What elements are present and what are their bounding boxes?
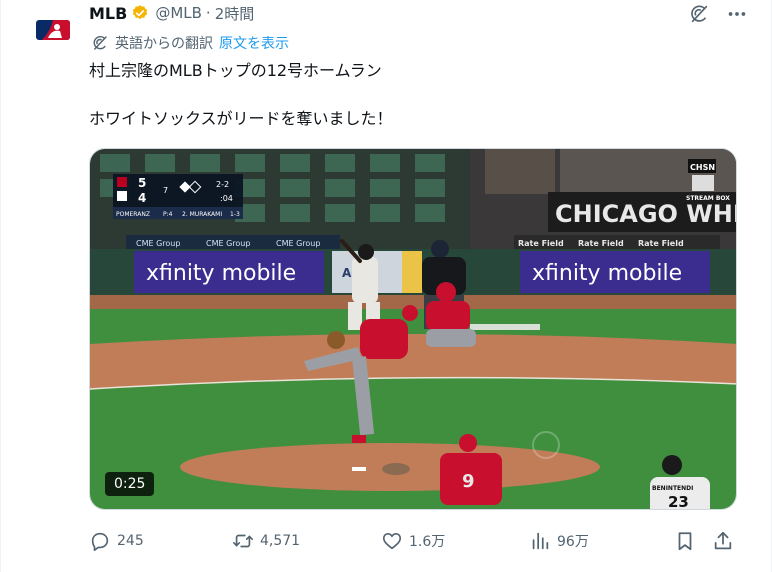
- views-button[interactable]: 96万: [529, 530, 589, 552]
- author-handle[interactable]: @MLB: [155, 4, 202, 22]
- post-time[interactable]: 2時間: [215, 3, 255, 24]
- reply-button[interactable]: 245: [89, 530, 144, 552]
- translation-row: 英語からの翻訳 原文を表示: [91, 33, 289, 53]
- reply-count: 245: [117, 533, 144, 549]
- author-name[interactable]: MLB: [89, 4, 127, 23]
- batter-name: 2. MURAKAMI: [182, 211, 222, 218]
- video-frame: CHICAGO WHITE CHSN STREAM BOX 5 4 7 2-2 …: [90, 149, 737, 510]
- show-original-link[interactable]: 原文を表示: [219, 33, 289, 53]
- rate-field-ad: Rate Field: [578, 239, 624, 248]
- repost-icon: [232, 530, 254, 552]
- like-button[interactable]: 1.6万: [381, 530, 445, 552]
- bookmark-icon: [674, 530, 696, 552]
- mlb-logo-icon: [36, 20, 70, 40]
- away-score: 5: [138, 176, 146, 190]
- pitcher-name: POMERANZ: [116, 211, 150, 218]
- views-count: 96万: [557, 534, 589, 550]
- cme-ad: CME Group: [136, 239, 180, 248]
- streambox-logo: STREAM BOX: [686, 195, 730, 202]
- cme-ad: CME Group: [206, 239, 250, 248]
- ondeck-name: BENINTENDI: [652, 485, 693, 492]
- separator-dot: ·: [205, 4, 211, 22]
- share-button[interactable]: [712, 530, 740, 552]
- more-options-icon[interactable]: [725, 2, 749, 26]
- reply-icon: [89, 530, 111, 552]
- home-score: 4: [138, 191, 146, 205]
- verified-badge-icon[interactable]: [131, 4, 149, 22]
- inning-number: 7: [163, 186, 168, 195]
- rate-field-ad: Rate Field: [518, 239, 564, 248]
- like-count: 1.6万: [409, 534, 446, 550]
- avatar[interactable]: [31, 8, 75, 52]
- bookmark-button[interactable]: [674, 530, 702, 552]
- repost-count: 4,571: [260, 533, 301, 549]
- batter-stat: 1-3: [230, 211, 240, 218]
- action-bar: 245 4,571 1.6万 96万: [89, 528, 737, 554]
- pitch-clock: :04: [220, 194, 233, 203]
- share-icon: [712, 530, 734, 552]
- post-card[interactable]: MLB @MLB · 2時間 英語からの翻訳 原文を表示 村上宗隆のMLBトップ…: [0, 0, 772, 572]
- rate-field-ad: Rate Field: [638, 239, 684, 248]
- pitcher-stat: P:4: [163, 211, 173, 218]
- views-chart-icon: [529, 530, 551, 552]
- video-duration: 0:25: [105, 472, 155, 496]
- chicago-sign: CHICAGO WHITE: [555, 200, 737, 228]
- post-header: MLB @MLB · 2時間: [89, 0, 254, 26]
- xfinity-ad: xfinity mobile: [146, 261, 296, 286]
- xfinity-ad: xfinity mobile: [532, 261, 682, 286]
- heart-icon: [381, 530, 403, 552]
- cme-ad: CME Group: [276, 239, 320, 248]
- chsn-logo: CHSN: [690, 163, 715, 172]
- fielder-number: 9: [462, 471, 475, 492]
- post-text-line: 村上宗隆のMLBトップの12号ホームラン: [89, 61, 382, 80]
- grok-translate-icon: [91, 34, 109, 52]
- video-player[interactable]: CHICAGO WHITE CHSN STREAM BOX 5 4 7 2-2 …: [89, 148, 737, 510]
- translation-label: 英語からの翻訳: [115, 36, 213, 52]
- ball-strike-count: 2-2: [216, 180, 229, 189]
- post-body: 村上宗隆のMLBトップの12号ホームラン ホワイトソックスがリードを奪いました！: [89, 60, 393, 130]
- post-text-line: ホワイトソックスがリードを奪いました！: [89, 109, 393, 128]
- grok-icon[interactable]: [687, 2, 711, 26]
- ondeck-number: 23: [668, 493, 689, 510]
- repost-button[interactable]: 4,571: [232, 530, 300, 552]
